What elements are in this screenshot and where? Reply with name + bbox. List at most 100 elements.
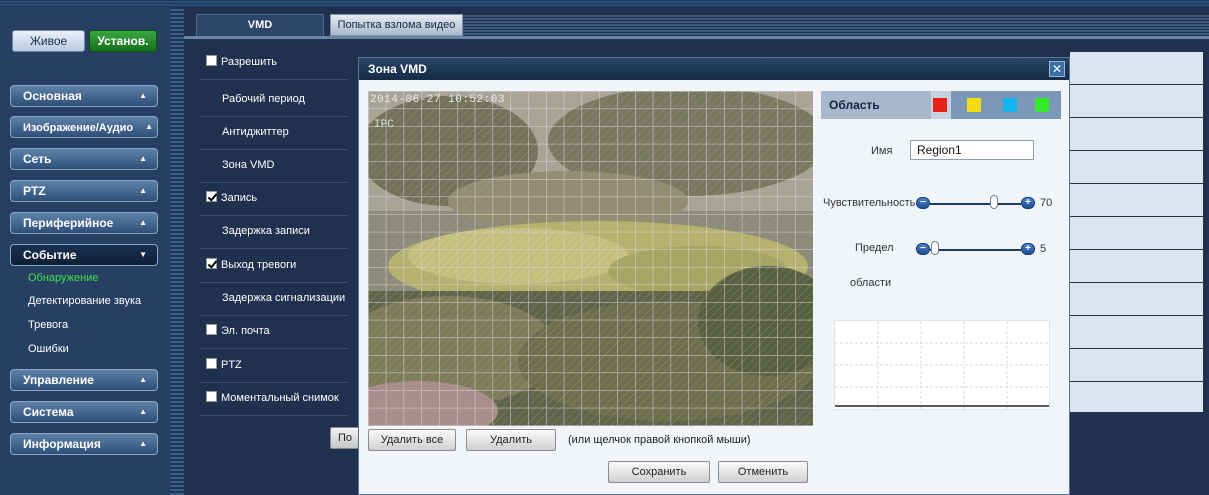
record-label: Запись <box>221 192 258 204</box>
record-delay-label: Задержка записи <box>222 225 310 237</box>
area-label: Область <box>821 91 931 119</box>
alarm-delay-label: Задержка сигнализации <box>222 292 346 304</box>
ptz-checkbox[interactable] <box>206 358 217 369</box>
chevron-up-icon: ▲ <box>139 407 147 416</box>
video-timestamp: 2014-06-27 10:52:03 <box>370 94 505 106</box>
threshold-slider-track[interactable] <box>930 249 1021 251</box>
menu-peripheral-label: Периферийное <box>23 216 114 230</box>
delete-button[interactable]: Удалить <box>466 429 556 451</box>
sensitivity-plus-icon[interactable]: + <box>1021 197 1035 209</box>
vmd-zone-dialog: Зона VMD ✕ 2014-06-27 10:52:03 IPC Удали… <box>358 57 1070 495</box>
submenu-alarm[interactable]: Тревога <box>28 319 68 331</box>
snapshot-label: Моментальный снимок <box>221 392 339 404</box>
cancel-button[interactable]: Отменить <box>718 461 808 483</box>
record-checkbox[interactable] <box>206 191 217 202</box>
sensitivity-slider-handle[interactable] <box>989 195 998 209</box>
sensitivity-label: Чувствительность <box>823 197 916 209</box>
setting-email[interactable]: Эл. почта <box>200 316 348 349</box>
motion-graph <box>834 320 1050 410</box>
threshold-sublabel: области <box>850 277 892 289</box>
menu-management[interactable]: Управление ▲ <box>10 369 158 391</box>
menu-image-audio[interactable]: Изображение/Аудио ▲ <box>10 116 158 138</box>
tab-bar-underline <box>184 36 1209 39</box>
settings-save-button[interactable]: По <box>330 427 360 449</box>
menu-management-label: Управление <box>23 373 94 387</box>
motion-graph-canvas <box>835 321 1049 409</box>
setting-antidither[interactable]: Антиджиттер <box>200 117 348 150</box>
sensitivity-slider-track[interactable] <box>930 203 1021 205</box>
chevron-up-icon: ▲ <box>139 91 147 100</box>
setting-alarm-delay[interactable]: Задержка сигнализации <box>200 283 348 316</box>
delete-all-button[interactable]: Удалить все <box>368 429 456 451</box>
threshold-value: 5 <box>1040 243 1047 255</box>
dialog-title: Зона VMD <box>359 58 1069 80</box>
sensitivity-minus-icon[interactable]: − <box>916 197 930 209</box>
menu-event[interactable]: Событие ▼ <box>10 244 158 266</box>
setting-enable[interactable]: Разрешить <box>200 47 348 80</box>
menu-info-label: Информация <box>23 437 101 451</box>
ptz-label: PTZ <box>221 359 242 371</box>
zone-label: Зона VMD <box>222 159 275 171</box>
submenu-detection[interactable]: Обнаружение <box>28 272 98 284</box>
close-icon[interactable]: ✕ <box>1049 61 1065 77</box>
delete-hint: (или щелчок правой кнопкой мыши) <box>568 434 751 446</box>
area-color-yellow[interactable] <box>967 98 981 112</box>
menu-event-label: Событие <box>23 248 77 262</box>
chevron-down-icon: ▼ <box>139 250 147 259</box>
video-osd-label: IPC <box>374 119 394 131</box>
antidither-label: Антиджиттер <box>222 126 289 138</box>
sensitivity-value: 70 <box>1040 197 1053 209</box>
submenu-errors[interactable]: Ошибки <box>28 343 69 355</box>
setting-zone[interactable]: Зона VMD <box>200 150 348 183</box>
area-color-red[interactable] <box>933 98 947 112</box>
name-field[interactable]: Region1 <box>910 140 1034 160</box>
menu-network[interactable]: Сеть ▲ <box>10 148 158 170</box>
setting-snapshot[interactable]: Моментальный снимок <box>200 383 348 416</box>
threshold-minus-icon[interactable]: − <box>916 243 930 255</box>
setup-button[interactable]: Установ. <box>89 30 157 52</box>
tab-vmd[interactable]: VMD <box>196 14 324 36</box>
menu-image-audio-label: Изображение/Аудио <box>23 122 134 134</box>
menu-ptz[interactable]: PTZ ▲ <box>10 180 158 202</box>
threshold-slider-handle[interactable] <box>930 241 939 255</box>
background-settings-table <box>1070 52 1203 415</box>
enable-checkbox[interactable] <box>206 55 217 66</box>
area-color-green[interactable] <box>1035 98 1049 112</box>
email-checkbox[interactable] <box>206 324 217 335</box>
tab-bar-filler <box>463 14 1209 36</box>
tab-tamper[interactable]: Попытка взлома видео <box>330 14 463 36</box>
video-preview[interactable]: 2014-06-27 10:52:03 IPC <box>368 91 813 426</box>
name-label: Имя <box>871 145 893 157</box>
period-label: Рабочий период <box>222 93 305 105</box>
live-button[interactable]: Живое <box>12 30 85 52</box>
setting-record-delay[interactable]: Задержка записи <box>200 216 348 249</box>
alarm-out-checkbox[interactable] <box>206 258 217 269</box>
menu-peripheral[interactable]: Периферийное ▲ <box>10 212 158 234</box>
setting-record[interactable]: Запись <box>200 183 348 216</box>
setting-period[interactable]: Рабочий период <box>200 84 348 117</box>
settings-list: Разрешить Рабочий период Антиджиттер Зон… <box>200 47 348 427</box>
menu-basic-label: Основная <box>23 89 82 103</box>
area-selector: Область <box>821 91 1061 119</box>
menu-basic[interactable]: Основная ▲ <box>10 85 158 107</box>
chevron-up-icon: ▲ <box>139 218 147 227</box>
chevron-up-icon: ▲ <box>139 186 147 195</box>
threshold-label: Предел <box>855 242 894 254</box>
snapshot-checkbox[interactable] <box>206 391 217 402</box>
enable-label: Разрешить <box>221 56 277 68</box>
video-scene <box>368 91 813 426</box>
top-stripe <box>0 0 1209 7</box>
alarm-out-label: Выход тревоги <box>221 259 297 271</box>
app-root: Живое Установ. Основная ▲ Изображение/Ауд… <box>0 0 1209 495</box>
menu-system[interactable]: Система ▲ <box>10 401 158 423</box>
area-color-blue[interactable] <box>1003 98 1017 112</box>
menu-system-label: Система <box>23 405 74 419</box>
setting-ptz[interactable]: PTZ <box>200 350 348 383</box>
save-button[interactable]: Сохранить <box>608 461 710 483</box>
menu-info[interactable]: Информация ▲ <box>10 433 158 455</box>
threshold-plus-icon[interactable]: + <box>1021 243 1035 255</box>
setting-alarm-out[interactable]: Выход тревоги <box>200 250 348 283</box>
chevron-up-icon: ▲ <box>139 375 147 384</box>
submenu-audio-detection[interactable]: Детектирование звука <box>28 295 141 307</box>
menu-ptz-label: PTZ <box>23 184 46 198</box>
